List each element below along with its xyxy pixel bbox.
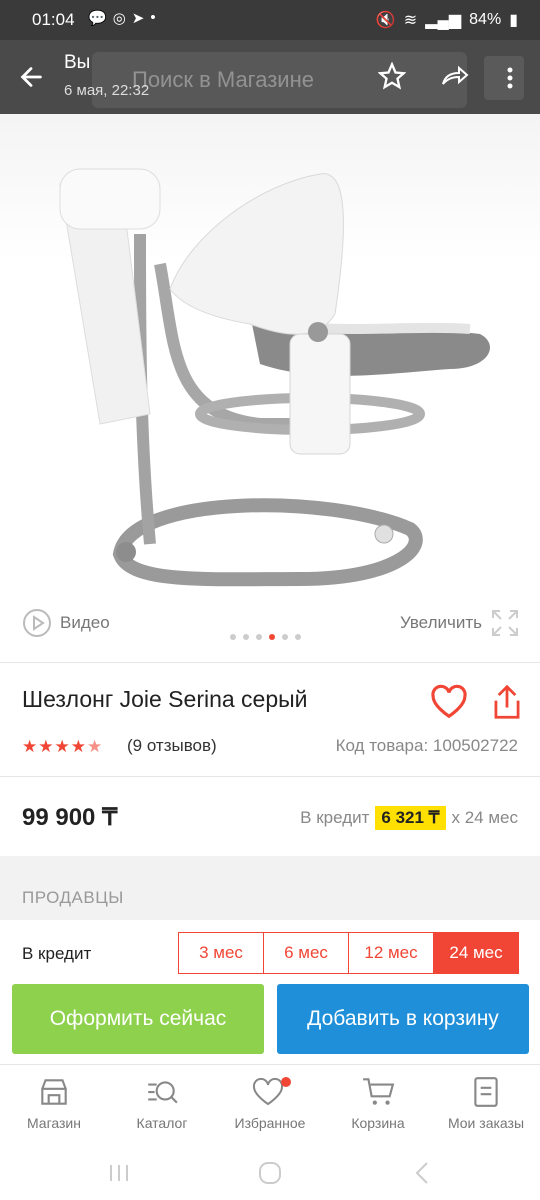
term-option-24-selected[interactable]: 24 мес [434,933,518,973]
home-icon[interactable] [255,1158,285,1188]
search-input[interactable]: Поиск в Магазине [92,52,467,108]
star-icon[interactable] [378,62,406,90]
add-to-cart-button[interactable]: Добавить в корзину [277,984,529,1054]
rating-stars: ★ ★ ★ ★ ★ [22,737,102,757]
battery-percent: 84% [469,11,502,28]
star-full-icon: ★ [70,737,86,756]
video-label: Видео [60,613,110,632]
orders-icon [474,1077,498,1107]
credit-prefix: В кредит [300,808,370,827]
pager-dot-active[interactable] [269,634,275,640]
tab-label: Избранное [234,1115,306,1131]
catalog-search-icon [148,1081,178,1104]
credit-offer: В кредит 6 321 ₸ x 24 мес [300,806,518,830]
status-time: 01:04 [32,10,75,29]
status-bar: 01:04 💬 ◎ ➤ • 🔇 ≋ ▂▄▆ 84% ▮ [0,0,540,40]
divider [0,662,540,663]
chat-timestamp: 6 мая, 22:32 [64,82,150,99]
bottom-tab-bar: Магазин Каталог Избранное Корзина Мои за… [0,1064,540,1151]
notification-dot [281,1077,291,1087]
cart-icon [363,1078,395,1105]
signal-icon: ▂▄▆ [425,12,462,29]
credit-amount: 6 321 ₸ [375,806,446,830]
tab-favorites[interactable]: Избранное [216,1075,324,1131]
product-image[interactable] [0,114,540,604]
system-nav-bar [0,1150,540,1200]
reviews-link[interactable]: (9 отзывов) [127,736,217,756]
wifi-icon: ≋ [403,12,418,29]
play-circle-icon [23,609,51,637]
forward-icon[interactable] [440,62,470,90]
term-option-12[interactable]: 12 мес [349,933,434,973]
tab-catalog[interactable]: Каталог [108,1075,216,1131]
product-title: Шезлонг Joie Serina серый [22,686,308,712]
tab-cart[interactable]: Корзина [324,1075,432,1131]
more-menu-button[interactable] [484,56,524,100]
tab-store[interactable]: Магазин [0,1075,108,1131]
zoom-button[interactable]: Увеличить [400,608,520,638]
zoom-label: Увеличить [400,613,482,632]
expand-icon [492,610,518,636]
more-vert-icon [507,67,513,89]
pager-dot[interactable] [230,634,236,640]
video-button[interactable]: Видео [22,608,110,638]
chat-icon: 💬 [88,10,107,27]
tab-label: Каталог [136,1115,188,1131]
product-code: Код товара: 100502722 [335,736,518,755]
pager-dot[interactable] [282,634,288,640]
product-price: 99 900 ₸ [22,804,118,831]
tab-label: Магазин [26,1115,81,1131]
mute-icon: 🔇 [375,12,396,29]
term-option-6[interactable]: 6 мес [264,933,349,973]
pager-dot[interactable] [243,634,249,640]
star-half-icon: ★ [87,737,103,756]
pager-dot[interactable] [256,634,262,640]
credit-term-selector: 3 мес 6 мес 12 мес 24 мес [178,932,519,974]
image-pager [230,634,301,640]
store-icon [41,1079,67,1105]
pager-dot[interactable] [295,634,301,640]
system-back-icon[interactable] [408,1158,438,1188]
instagram-icon: ◎ [112,10,126,27]
tab-label: Мои заказы [447,1115,525,1131]
telegram-icon: ➤ [131,10,145,27]
term-option-3[interactable]: 3 мес [179,933,264,973]
credit-suffix: x 24 мес [451,808,519,827]
recent-apps-icon[interactable] [104,1158,134,1188]
battery-icon: ▮ [509,12,518,29]
tab-orders[interactable]: Мои заказы [432,1075,540,1131]
star-full-icon: ★ [54,737,70,756]
notification-icons: 💬 ◎ ➤ • [88,9,156,27]
chat-title: Вы [64,52,91,73]
favorite-heart-icon[interactable] [430,684,468,720]
share-icon[interactable] [490,684,524,720]
divider [0,776,540,777]
sellers-heading: ПРОДАВЦЫ [22,888,124,907]
star-full-icon: ★ [38,737,54,756]
back-arrow-icon[interactable] [16,62,46,92]
tab-label: Корзина [351,1115,405,1131]
buy-now-button[interactable]: Оформить сейчас [12,984,264,1054]
dot-icon: • [150,9,156,26]
heart-icon [252,1077,291,1106]
credit-term-label: В кредит [22,944,92,963]
star-full-icon: ★ [22,737,38,756]
baby-swing-illustration [59,168,490,587]
